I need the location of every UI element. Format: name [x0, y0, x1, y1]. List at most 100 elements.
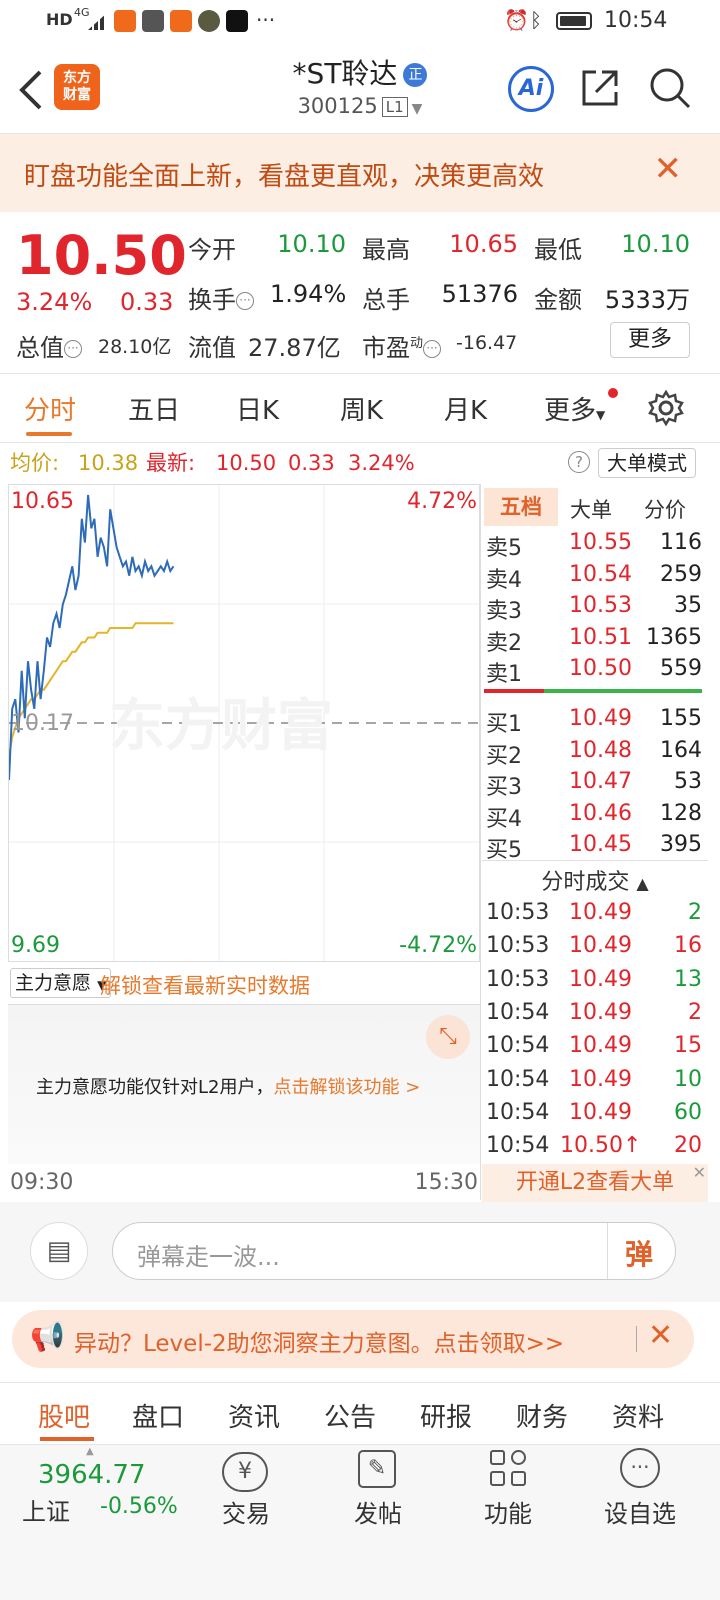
unlock-feature-link[interactable]: 点击解锁该功能 >	[273, 1077, 420, 1098]
share-icon[interactable]	[580, 68, 620, 108]
tick-time: 10:54	[486, 1133, 550, 1159]
level-volume: 259	[660, 561, 702, 587]
nav-add-watchlist[interactable]: 设自选	[590, 1494, 690, 1529]
level-label: 卖1	[486, 662, 522, 687]
tab-profile[interactable]: 资料	[612, 1397, 664, 1434]
level-volume: 164	[660, 737, 702, 763]
ticks-title[interactable]: 分时成交 ▲	[482, 864, 708, 896]
level-price: 10.53	[569, 593, 632, 618]
low-value: 10.10	[621, 230, 690, 258]
level-volume: 128	[660, 800, 702, 826]
level-price: 10.54	[569, 561, 632, 587]
level-badge: L1	[381, 97, 408, 117]
last-pct: 3.24%	[348, 451, 415, 475]
tab-price-distribution[interactable]: 分价	[644, 494, 686, 524]
big-order-mode-button[interactable]: 大单模式	[598, 448, 696, 478]
tab-finance[interactable]: 财务	[516, 1397, 568, 1434]
level2-notice-bar[interactable]: 📢 异动？Level-2助您洞察主力意图。点击领取>> ✕	[12, 1310, 694, 1368]
chevron-up-icon: ▲	[86, 1446, 94, 1457]
turnover-value: 1.94%	[270, 280, 347, 308]
tab-intraday[interactable]: 分时	[24, 390, 76, 427]
index-ticker[interactable]: ▲ 3964.77 上证 -0.56%	[0, 1446, 180, 1556]
tick-volume: 16	[674, 933, 702, 959]
search-icon[interactable]	[648, 66, 692, 110]
signal-icon	[88, 12, 108, 30]
tab-more[interactable]: 更多▼	[544, 390, 605, 427]
index-pct: -0.56%	[100, 1494, 178, 1519]
unlock-link[interactable]: 解锁查看最新实时数据	[100, 970, 310, 1000]
index-name: 上证	[22, 1498, 70, 1526]
select-value: 主力意愿	[15, 972, 92, 994]
mktcap-label[interactable]: 总值 ···	[16, 328, 82, 363]
float-value: 27.87亿	[248, 334, 341, 362]
danmu-input[interactable]: 弹幕走一波... 弹	[112, 1222, 676, 1280]
level-volume: 1365	[646, 624, 702, 650]
tick-volume: 13	[674, 966, 702, 992]
info-icon[interactable]: ···	[64, 340, 82, 358]
pe-label[interactable]: 市盈动 ···	[362, 328, 442, 363]
pe-value: -16.47	[456, 332, 518, 354]
level-price: 10.55	[569, 530, 632, 555]
nav-functions[interactable]: 功能	[458, 1494, 558, 1529]
tab-guba[interactable]: 股吧	[38, 1397, 90, 1434]
nav-post[interactable]: 发帖	[328, 1494, 428, 1529]
tab-five-levels[interactable]: 五档	[484, 488, 558, 526]
info-icon[interactable]: ···	[236, 292, 254, 310]
battery-icon	[556, 12, 592, 30]
tab-big-orders[interactable]: 大单	[570, 494, 612, 524]
more-quote-button[interactable]: 更多	[610, 322, 690, 358]
info-icon[interactable]: ···	[423, 340, 442, 358]
tab-announcements[interactable]: 公告	[324, 1397, 376, 1434]
main-force-select[interactable]: 主力意愿 ▼	[10, 968, 112, 998]
tick-price: 10.50↑	[560, 1133, 642, 1159]
l2-promo[interactable]: 开通L2查看大单 ✕	[482, 1163, 708, 1202]
tick-volume: 2	[688, 900, 702, 925]
last-label: 最新:	[146, 451, 196, 475]
close-icon[interactable]: ✕	[654, 152, 683, 186]
danmu-send-button[interactable]: 弹	[625, 1233, 653, 1273]
clock: 10:54	[604, 8, 668, 33]
level-label: 买1	[486, 712, 522, 737]
ai-button[interactable]: Ai	[508, 66, 554, 112]
gear-icon[interactable]	[648, 390, 684, 426]
y-min-label: 9.69	[11, 933, 60, 958]
tab-research[interactable]: 研报	[420, 1397, 472, 1434]
stock-code: 300125	[297, 94, 378, 118]
tab-5day[interactable]: 五日	[128, 390, 180, 427]
main-force-panel: 主力意愿 ▼ 解锁查看最新实时数据 ⤡ 主力意愿功能仅针对L2用户，点击解锁该功…	[8, 964, 480, 1164]
tick-price: 10.49	[569, 999, 632, 1025]
tab-pankou[interactable]: 盘口	[132, 1397, 184, 1434]
tiktok-icon	[226, 10, 248, 32]
stock-header: 东方 财富 *ST聆达正 300125 L1 ▼ Ai	[0, 44, 720, 134]
level-volume: 53	[674, 769, 702, 794]
turnover-label[interactable]: 换手 ···	[188, 280, 254, 315]
danmu-settings-icon[interactable]: ▤	[30, 1222, 88, 1280]
open-value: 10.10	[277, 230, 346, 258]
level-price: 10.51	[569, 624, 632, 650]
verified-tag: 正	[403, 63, 428, 87]
level-price: 10.47	[569, 769, 632, 794]
change-percent: 3.24%	[16, 288, 93, 316]
nav-trade[interactable]: 交易	[196, 1494, 296, 1529]
avg-value: 10.38	[78, 451, 139, 475]
tab-weekly-k[interactable]: 周K	[340, 390, 383, 427]
mktcap-value: 28.10亿	[98, 336, 172, 358]
level-volume: 116	[660, 530, 702, 555]
close-icon[interactable]: ✕	[693, 1154, 706, 1192]
close-icon[interactable]: ✕	[648, 1318, 673, 1353]
chart-svg: 东方财富	[9, 485, 479, 961]
ticks-title-text: 分时成交	[541, 870, 630, 895]
tab-monthly-k[interactable]: 月K	[444, 390, 487, 427]
tab-news[interactable]: 资讯	[228, 1397, 280, 1434]
feature-banner[interactable]: 盯盘功能全面上新，看盘更直观，决策更高效 ✕	[0, 134, 720, 212]
expand-icon[interactable]: ⤡	[426, 1015, 470, 1059]
status-bar: HD 4G ··· ⏰ ᛒ 10:54	[0, 0, 720, 44]
tick-volume: 2	[688, 999, 702, 1025]
help-icon[interactable]: ?	[568, 451, 590, 473]
intraday-chart[interactable]: 东方财富 10.65 4.72% 10.17 9.69 -4.72%	[8, 484, 480, 962]
level-price: 10.45	[569, 832, 632, 857]
ref-price-label: 10.17	[11, 711, 74, 736]
volume-label: 总手	[362, 286, 410, 314]
tab-daily-k[interactable]: 日K	[236, 390, 279, 427]
y-min-pct-label: -4.72%	[399, 933, 477, 958]
